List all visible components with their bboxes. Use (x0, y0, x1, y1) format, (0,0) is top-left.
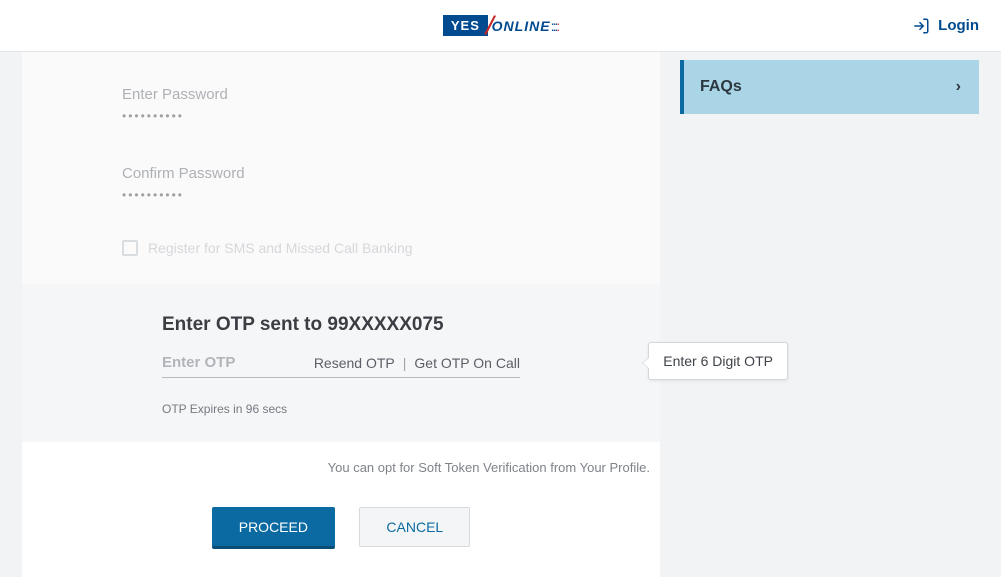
cancel-button[interactable]: CANCEL (359, 507, 470, 547)
login-label: Login (938, 17, 979, 34)
sms-register-checkbox[interactable] (122, 240, 138, 256)
sms-register-label: Register for SMS and Missed Call Banking (148, 240, 413, 256)
otp-section: Enter OTP sent to 99XXXXX075 Resend OTP … (22, 284, 660, 442)
soft-token-info-text: You can opt for Soft Token Verification … (32, 460, 650, 475)
confirm-password-field[interactable]: •••••••••• (122, 188, 560, 202)
otp-separator: | (403, 355, 407, 371)
faq-accordion-header[interactable]: FAQs › (680, 60, 979, 114)
confirm-password-label: Confirm Password (122, 165, 560, 182)
enter-password-label: Enter Password (122, 86, 560, 103)
sidebar: FAQs › (680, 52, 979, 577)
brand-logo: YES / ONLINE :::: (443, 10, 558, 42)
otp-expire-text: OTP Expires in 96 secs (162, 402, 520, 416)
otp-input[interactable] (162, 354, 277, 371)
get-otp-on-call-link[interactable]: Get OTP On Call (414, 355, 520, 371)
logo-dots-icon: :::: (551, 18, 559, 34)
resend-otp-link[interactable]: Resend OTP (314, 355, 395, 371)
enter-password-field[interactable]: •••••••••• (122, 109, 560, 123)
app-header: YES / ONLINE :::: Login (0, 0, 1001, 52)
logo-yes-box: YES (443, 15, 488, 36)
registration-form-card: Enter Password •••••••••• Confirm Passwo… (22, 52, 660, 577)
otp-tooltip: Enter 6 Digit OTP (648, 342, 788, 380)
proceed-button[interactable]: PROCEED (212, 507, 335, 549)
login-icon (912, 17, 930, 35)
login-link[interactable]: Login (912, 17, 979, 35)
otp-heading: Enter OTP sent to 99XXXXX075 (162, 314, 520, 336)
logo-online-text: ONLINE (492, 18, 551, 34)
chevron-right-icon: › (956, 78, 961, 96)
faq-label: FAQs (700, 78, 742, 96)
